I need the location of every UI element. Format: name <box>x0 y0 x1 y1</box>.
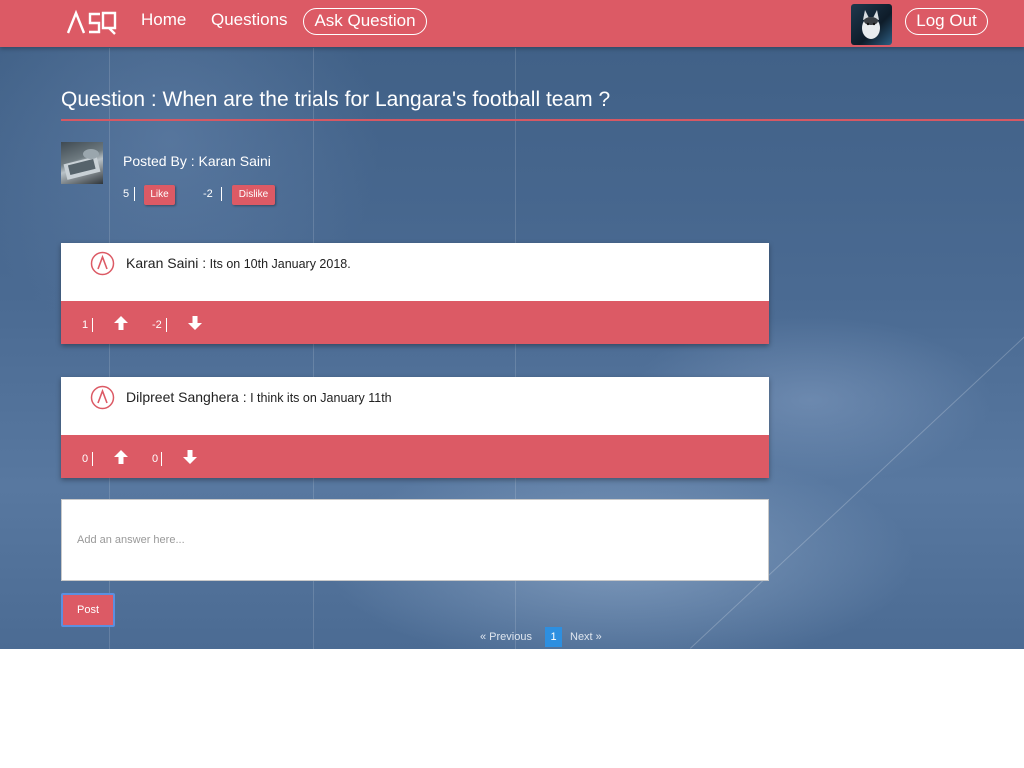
divider <box>221 187 222 201</box>
arrow-down-icon[interactable] <box>187 315 203 331</box>
author-avatar <box>61 142 103 184</box>
pagination-previous[interactable]: « Previous <box>480 631 532 643</box>
background-diagonal <box>690 320 1024 649</box>
answer-body: Dilpreet Sanghera : I think its on Janua… <box>61 377 769 435</box>
answer-author: Dilpreet Sanghera : <box>126 389 247 405</box>
nav-home-link[interactable]: Home <box>141 10 186 30</box>
answer-text: Karan Saini : Its on 10th January 2018. <box>126 255 351 271</box>
divider <box>161 452 162 466</box>
laptop-photo-icon <box>63 149 101 180</box>
dislike-count: -2 <box>203 188 213 200</box>
divider <box>92 318 93 332</box>
upvote-count: 0 <box>82 453 89 465</box>
post-button[interactable]: Post <box>61 593 115 627</box>
question-title: Question : When are the trials for Langa… <box>61 88 611 111</box>
caret-circle-icon <box>90 385 115 410</box>
arrow-up-icon[interactable] <box>113 315 129 331</box>
posted-by-text: Posted By : Karan Saini <box>123 153 271 169</box>
answer-card: Karan Saini : Its on 10th January 2018. … <box>61 243 769 344</box>
navbar: Home Questions Ask Question Log Out <box>0 0 1024 47</box>
user-avatar[interactable] <box>851 4 892 45</box>
divider <box>92 452 93 466</box>
vote-bar: 1 -2 <box>61 301 769 344</box>
title-divider <box>61 119 1024 121</box>
downvote-count: -2 <box>152 319 162 331</box>
vote-bar: 0 0 <box>61 435 769 478</box>
caret-circle-icon <box>90 251 115 276</box>
answer-input[interactable]: Add an answer here... <box>61 499 769 581</box>
downvote-count: 0 <box>152 453 159 465</box>
pagination-current-page[interactable]: 1 <box>545 627 562 647</box>
divider <box>134 187 135 201</box>
upvote-count: 1 <box>82 319 89 331</box>
ask-question-button[interactable]: Ask Question <box>303 8 427 35</box>
answer-body: Karan Saini : Its on 10th January 2018. <box>61 243 769 301</box>
answer-content: I think its on January 11th <box>246 391 392 405</box>
answer-text: Dilpreet Sanghera : I think its on Janua… <box>126 389 392 405</box>
like-count: 5 <box>123 188 130 200</box>
arrow-down-icon[interactable] <box>182 449 198 465</box>
asq-logo-icon[interactable] <box>66 8 118 38</box>
logout-button[interactable]: Log Out <box>905 8 988 35</box>
husky-photo-icon <box>862 10 880 39</box>
like-button[interactable]: Like <box>144 185 175 205</box>
nav-questions-link[interactable]: Questions <box>211 10 288 30</box>
dislike-button[interactable]: Dislike <box>232 185 275 205</box>
arrow-up-icon[interactable] <box>113 449 129 465</box>
answer-card: Dilpreet Sanghera : I think its on Janua… <box>61 377 769 478</box>
answer-content: Its on 10th January 2018. <box>206 257 351 271</box>
divider <box>166 318 167 332</box>
pagination-next[interactable]: Next » <box>570 631 602 643</box>
answer-author: Karan Saini : <box>126 255 207 271</box>
